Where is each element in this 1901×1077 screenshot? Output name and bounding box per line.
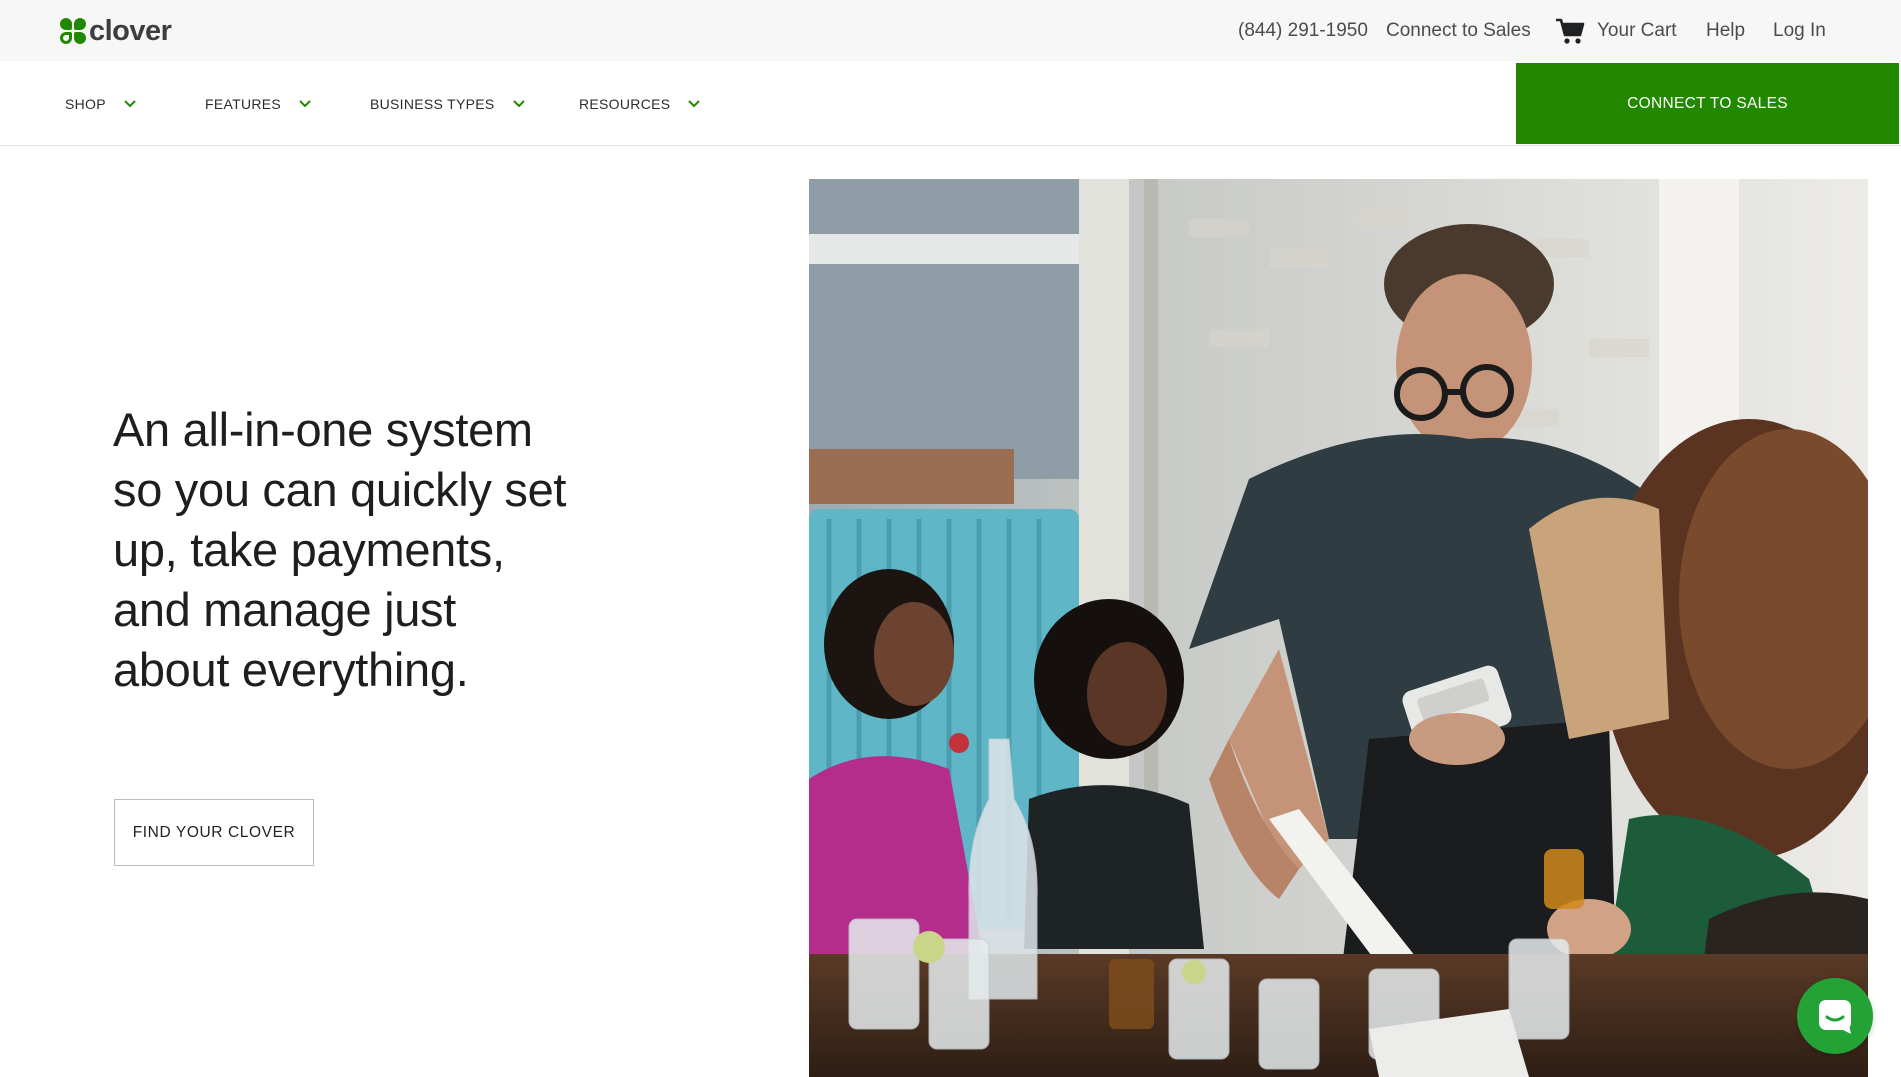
nav-item-label: FEATURES — [205, 95, 282, 112]
cart-label: Your Cart — [1597, 19, 1677, 41]
help-link[interactable]: Help — [1706, 0, 1745, 61]
utility-bar: clover (844) 291-1950 Connect to Sales Y… — [0, 0, 1901, 61]
login-link[interactable]: Log In — [1773, 0, 1826, 61]
chevron-down-icon — [688, 99, 701, 107]
phone-link[interactable]: (844) 291-1950 — [1238, 0, 1368, 61]
nav-item-label: RESOURCES — [579, 95, 671, 112]
nav-item-resources[interactable]: RESOURCES — [579, 61, 701, 146]
chat-launcher-button[interactable] — [1797, 978, 1873, 1054]
nav-item-business-types[interactable]: BUSINESS TYPES — [370, 61, 525, 146]
connect-to-sales-link[interactable]: Connect to Sales — [1386, 0, 1531, 61]
nav-item-label: BUSINESS TYPES — [370, 95, 495, 112]
hero-headline: An all-in-one system so you can quickly … — [113, 403, 567, 696]
hero-photo — [809, 179, 1868, 1077]
chevron-down-icon — [124, 99, 136, 107]
cart-link[interactable]: Your Cart — [1555, 0, 1677, 61]
chevron-down-icon — [299, 99, 311, 107]
nav-item-label: SHOP — [65, 95, 106, 112]
nav-item-features[interactable]: FEATURES — [205, 61, 311, 146]
chevron-down-icon — [512, 99, 525, 107]
chat-icon — [1819, 1000, 1851, 1034]
clover-logo[interactable]: clover — [60, 14, 172, 47]
find-your-clover-button[interactable]: FIND YOUR CLOVER — [114, 799, 314, 866]
shopping-cart-icon — [1556, 18, 1585, 44]
clover-leaf-icon — [60, 17, 87, 45]
brand-name: clover — [89, 14, 172, 47]
nav-item-shop[interactable]: SHOP — [65, 61, 136, 146]
connect-to-sales-button[interactable]: CONNECT TO SALES — [1516, 63, 1899, 144]
